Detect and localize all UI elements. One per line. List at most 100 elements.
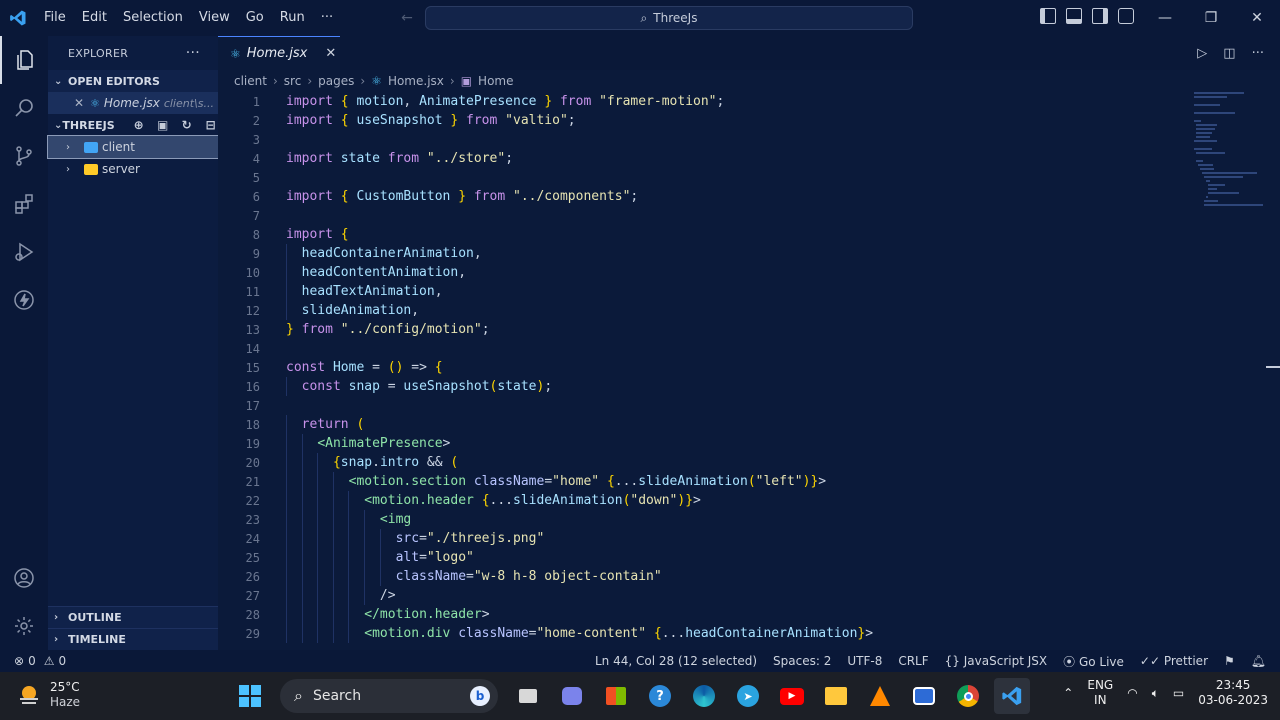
taskbar-search[interactable]: ⌕ Search b — [280, 679, 498, 713]
breadcrumb-item[interactable]: pages — [318, 74, 354, 88]
code-line[interactable]: 28 </motion.header> — [218, 605, 1280, 624]
close-editor-icon[interactable]: ✕ — [74, 96, 90, 110]
wifi-icon[interactable]: ◠ — [1127, 686, 1137, 700]
menu-more[interactable]: ··· — [313, 0, 341, 36]
code-line[interactable]: 24 src="./threejs.png" — [218, 529, 1280, 548]
weather-widget[interactable]: 25°C Haze — [16, 680, 80, 710]
split-editor-icon[interactable]: ◫ — [1223, 46, 1235, 61]
edge-browser-icon[interactable] — [686, 678, 722, 714]
volume-icon[interactable]: 🔈︎ — [1152, 686, 1159, 701]
menu-view[interactable]: View — [191, 0, 238, 36]
collapse-all-icon[interactable]: ⊟ — [203, 118, 219, 132]
close-tab-icon[interactable]: ✕ — [325, 46, 336, 61]
code-line[interactable]: 7 — [218, 206, 1280, 225]
toggle-secondary-sidebar-icon[interactable] — [1092, 8, 1108, 24]
encoding[interactable]: UTF-8 — [847, 654, 882, 668]
code-line[interactable]: 20 {snap.intro && ( — [218, 453, 1280, 472]
menu-edit[interactable]: Edit — [74, 0, 115, 36]
code-line[interactable]: 18 return ( — [218, 415, 1280, 434]
close-window-icon[interactable]: ✕ — [1234, 0, 1280, 36]
new-folder-icon[interactable]: ▣ — [155, 118, 171, 132]
code-line[interactable]: 4 import state from "../store"; — [218, 149, 1280, 168]
refresh-icon[interactable]: ↻ — [179, 118, 195, 132]
teams-chat-icon[interactable] — [554, 678, 590, 714]
code-editor[interactable]: 1 import { motion, AnimatePresence } from… — [218, 92, 1280, 650]
code-line[interactable]: 11 headTextAnimation, — [218, 282, 1280, 301]
menu-file[interactable]: File — [36, 0, 74, 36]
line-ending[interactable]: CRLF — [898, 654, 928, 668]
problems-indicator[interactable]: ⊗ 0 ⚠ 0 — [0, 654, 66, 668]
chevron-up-icon[interactable]: ⌃ — [1063, 686, 1073, 700]
code-line[interactable]: 6 import { CustomButton } from "../compon… — [218, 187, 1280, 206]
code-line[interactable]: 10 headContentAnimation, — [218, 263, 1280, 282]
chrome-browser-icon[interactable] — [950, 678, 986, 714]
task-view-icon[interactable] — [510, 678, 546, 714]
tree-item-client[interactable]: › client — [47, 135, 219, 159]
explorer-more-icon[interactable]: ··· — [186, 45, 200, 61]
tab-home-jsx[interactable]: ⚛ Home.jsx ✕ — [218, 36, 340, 70]
code-line[interactable]: 2 import { useSnapshot } from "valtio"; — [218, 111, 1280, 130]
toggle-sidebar-icon[interactable] — [1040, 8, 1056, 24]
customize-layout-icon[interactable] — [1118, 8, 1134, 24]
run-debug-icon[interactable] — [0, 228, 48, 276]
vscode-taskbar-icon[interactable] — [994, 678, 1030, 714]
menu-selection[interactable]: Selection — [115, 0, 191, 36]
new-file-icon[interactable]: ⊕ — [131, 118, 147, 132]
go-live-button[interactable]: ⦿ Go Live — [1063, 653, 1124, 670]
youtube-icon[interactable]: ▶ — [774, 678, 810, 714]
language-mode[interactable]: {} JavaScript JSX — [945, 654, 1047, 668]
code-line[interactable]: 27 /> — [218, 586, 1280, 605]
menu-go[interactable]: Go — [238, 0, 272, 36]
clock[interactable]: 23:45 03-06-2023 — [1198, 678, 1268, 708]
command-center-search[interactable]: ⌕ ThreeJs — [425, 6, 913, 30]
back-arrow-icon[interactable]: ← — [401, 10, 413, 26]
tree-item-server[interactable]: › server — [48, 158, 218, 180]
project-section[interactable]: ⌄ THREEJS ⊕ ▣ ↻ ⊟ — [48, 114, 218, 136]
restore-icon[interactable]: ❐ — [1188, 0, 1234, 36]
code-line[interactable]: 21 <motion.section className="home" {...… — [218, 472, 1280, 491]
source-control-icon[interactable] — [0, 132, 48, 180]
explorer-icon[interactable] — [0, 36, 48, 84]
menu-run[interactable]: Run — [272, 0, 313, 36]
minimap[interactable] — [1194, 92, 1268, 206]
code-line[interactable]: 25 alt="logo" — [218, 548, 1280, 567]
microsoft-store-icon[interactable] — [598, 678, 634, 714]
prettier-button[interactable]: ✓✓ Prettier — [1140, 654, 1208, 668]
code-line[interactable]: 14 — [218, 339, 1280, 358]
start-button[interactable] — [232, 678, 268, 714]
breadcrumb-item[interactable]: Home.jsx — [388, 74, 444, 88]
open-editors-section[interactable]: ⌄ OPEN EDITORS — [48, 70, 218, 92]
code-line[interactable]: 16 const snap = useSnapshot(state); — [218, 377, 1280, 396]
code-line[interactable]: 3 — [218, 130, 1280, 149]
breadcrumb-item[interactable]: src — [284, 74, 302, 88]
thunder-client-icon[interactable] — [0, 276, 48, 324]
extensions-icon[interactable] — [0, 180, 48, 228]
settings-gear-icon[interactable] — [0, 602, 48, 650]
code-line[interactable]: 17 — [218, 396, 1280, 415]
scrollbar[interactable] — [1266, 366, 1280, 368]
search-icon[interactable] — [0, 84, 48, 132]
timeline-section[interactable]: › TIMELINE — [48, 628, 218, 650]
code-line[interactable]: 8 import { — [218, 225, 1280, 244]
feedback-icon[interactable]: ⚑ — [1224, 654, 1235, 668]
code-line[interactable]: 13} from "../config/motion"; — [218, 320, 1280, 339]
file-explorer-icon[interactable] — [818, 678, 854, 714]
code-line[interactable]: 23 <img — [218, 510, 1280, 529]
code-line[interactable]: 12 slideAnimation, — [218, 301, 1280, 320]
code-line[interactable]: 1 import { motion, AnimatePresence } from… — [218, 92, 1280, 111]
code-line[interactable]: 19 <AnimatePresence> — [218, 434, 1280, 453]
minimize-icon[interactable]: — — [1142, 0, 1188, 36]
code-line[interactable]: 26 className="w-8 h-8 object-contain" — [218, 567, 1280, 586]
telegram-icon[interactable]: ➤ — [730, 678, 766, 714]
run-icon[interactable]: ▷ — [1197, 46, 1207, 61]
account-icon[interactable] — [0, 554, 48, 602]
open-editor-item[interactable]: ✕ ⚛ Home.jsx client\s... — [48, 92, 218, 114]
code-line[interactable]: 9 headContainerAnimation, — [218, 244, 1280, 263]
vlc-icon[interactable] — [862, 678, 898, 714]
code-line[interactable]: 29 <motion.div className="home-content" … — [218, 624, 1280, 643]
code-line[interactable]: 5 — [218, 168, 1280, 187]
notifications-bell-icon[interactable]: 🔔︎ — [1251, 654, 1266, 668]
camera-app-icon[interactable] — [906, 678, 942, 714]
breadcrumb-item[interactable]: Home — [478, 74, 513, 88]
outline-section[interactable]: › OUTLINE — [48, 606, 218, 628]
